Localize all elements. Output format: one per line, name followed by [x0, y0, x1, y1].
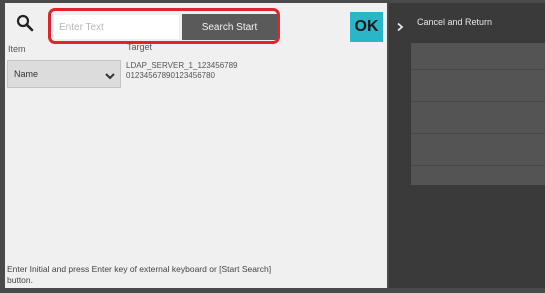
chevron-down-icon [104, 69, 116, 81]
cancel-and-return-label: Cancel and Return [417, 17, 493, 27]
search-panel: Search Start OK Item Target Name LDAP_SE… [5, 3, 387, 288]
cancel-and-return-button[interactable]: Cancel and Return [389, 3, 545, 43]
search-input[interactable] [54, 15, 179, 39]
help-text: Enter Initial and press Enter key of ext… [7, 264, 272, 285]
item-select-value: Name [14, 69, 39, 79]
right-panel-area [411, 43, 545, 185]
target-value: LDAP_SERVER_1_123456789 0123456789012345… [126, 61, 306, 81]
target-value-line1: LDAP_SERVER_1_123456789 [126, 61, 238, 70]
column-header-item: Item [8, 44, 26, 54]
search-icon[interactable] [11, 10, 39, 36]
divider [411, 101, 545, 102]
divider [411, 133, 545, 134]
divider [411, 165, 545, 166]
item-select[interactable]: Name [7, 60, 121, 88]
target-value-line2: 01234567890123456780 [126, 71, 215, 80]
search-box-highlight: Search Start [48, 8, 280, 44]
right-panel: Cancel and Return [389, 3, 545, 288]
column-header-target: Target [127, 42, 153, 52]
search-start-button[interactable]: Search Start [182, 14, 277, 40]
screen: Search Start OK Item Target Name LDAP_SE… [0, 0, 545, 293]
chevron-right-icon [395, 19, 405, 32]
ok-button[interactable]: OK [350, 12, 383, 42]
divider [411, 69, 545, 70]
